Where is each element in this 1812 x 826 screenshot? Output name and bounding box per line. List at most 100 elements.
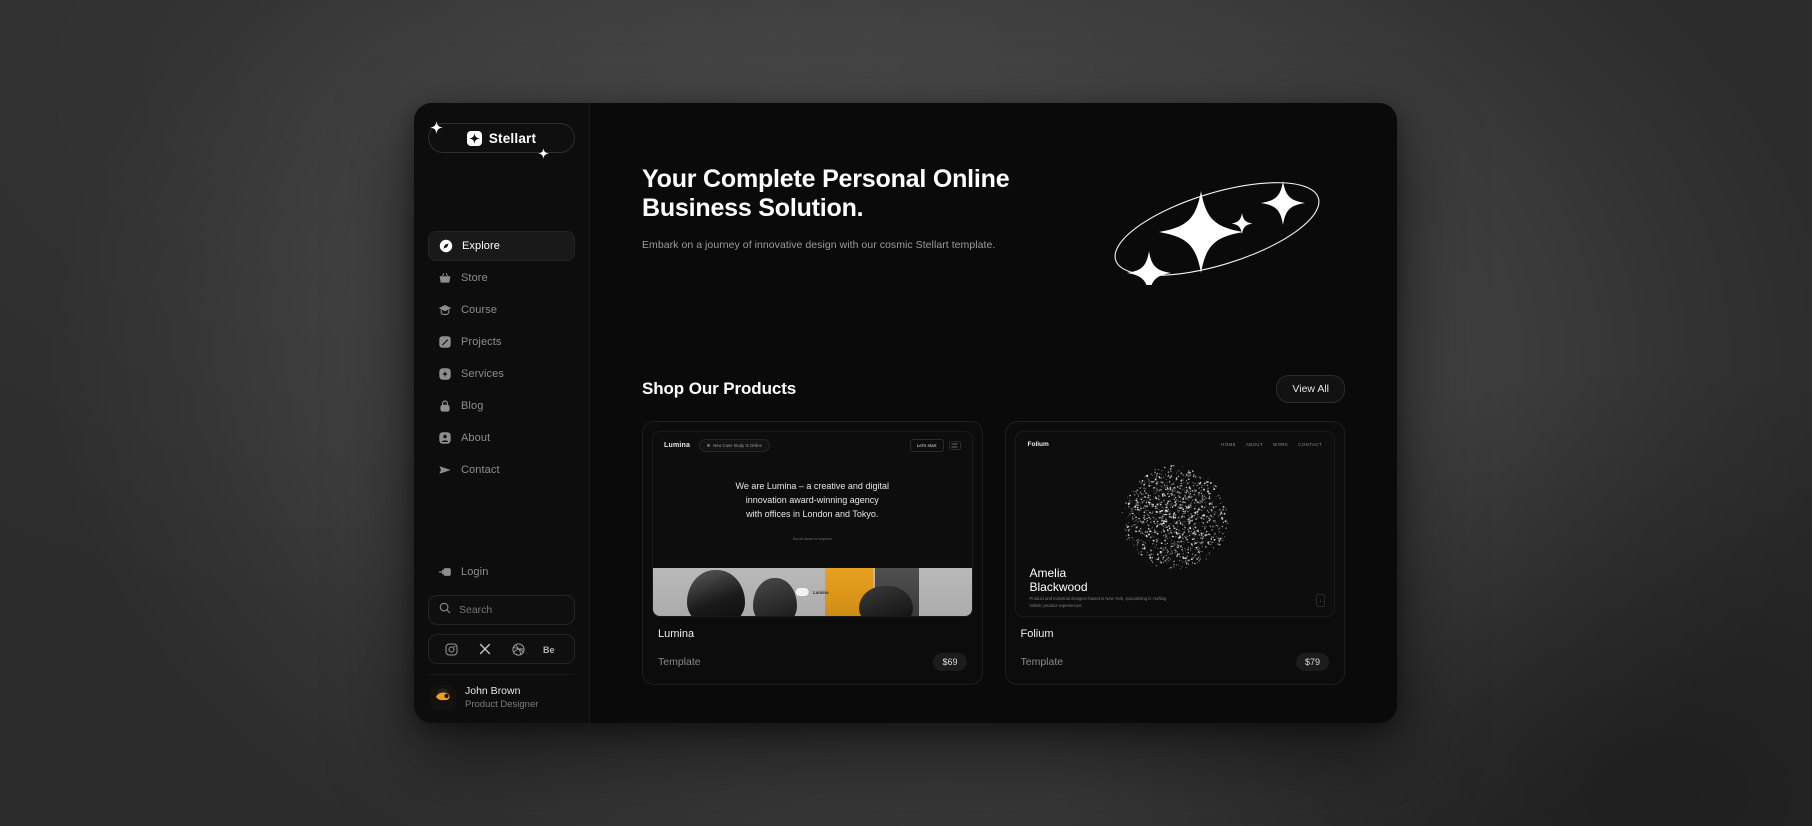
behance-icon[interactable]: Be — [543, 641, 559, 657]
menu-icon — [948, 440, 961, 450]
profile-name: John Brown — [465, 685, 521, 697]
preview-topbar: Lumina New Case Study Is Online Let's st… — [653, 432, 972, 458]
svg-text:Be: Be — [543, 644, 554, 654]
product-preview-lumina: Lumina New Case Study Is Online Let's st… — [652, 431, 973, 617]
product-type: Template — [658, 656, 701, 668]
search-box[interactable] — [428, 595, 575, 625]
logo[interactable]: Stellart — [428, 119, 575, 159]
preview-topbar: Folium HOME ABOUT WORK CONTACT — [1016, 432, 1335, 456]
product-card-lumina[interactable]: Lumina New Case Study Is Online Let's st… — [642, 421, 983, 685]
hero-section: Your Complete Personal Online Business S… — [642, 155, 1345, 285]
preview-pill-label: Lumina — [812, 589, 829, 595]
sidebar-nav: Explore Store Course Projects Services B… — [428, 231, 575, 485]
preview-scroll-hint: Scroll down to explore — [792, 535, 832, 541]
pill-dot-icon — [795, 588, 809, 596]
graduation-cap-icon — [437, 303, 452, 318]
sidebar-item-label: Blog — [461, 400, 484, 412]
preview-title-l1: Amelia — [1029, 565, 1067, 580]
hero-title-line1: Your Complete Personal Online — [642, 165, 1010, 193]
sidebar-item-label: Projects — [461, 336, 502, 348]
basket-icon — [437, 271, 452, 286]
sidebar-item-blog[interactable]: Blog — [428, 391, 575, 421]
product-footer: Lumina Template $69 — [652, 617, 973, 684]
avatar — [430, 685, 456, 711]
preview-headline: We are Lumina – a creative and digital i… — [653, 480, 972, 522]
sidebar-item-label: Contact — [461, 464, 500, 476]
main-content: Your Complete Personal Online Business S… — [590, 103, 1397, 723]
preview-brand: Folium — [1027, 440, 1049, 448]
sidebar-item-label: Store — [461, 272, 488, 284]
product-type: Template — [1020, 656, 1064, 668]
preview-headline-l1: We are Lumina – a creative and digital — [735, 481, 889, 491]
product-name: Folium — [1020, 628, 1054, 640]
view-all-button[interactable]: View All — [1276, 375, 1345, 403]
preview-cta: Let's start — [909, 438, 944, 452]
preview-headline-l2: innovation award-winning agency — [745, 494, 879, 505]
preview-nav-item: ABOUT — [1245, 441, 1264, 447]
search-input[interactable] — [459, 604, 564, 616]
preview-badge-text: New Case Study Is Online — [713, 442, 762, 448]
shop-header: Shop Our Products View All — [642, 375, 1345, 403]
product-price: $69 — [933, 653, 967, 671]
product-name: Lumina — [658, 628, 695, 640]
brand-name: Stellart — [488, 130, 537, 146]
search-icon — [439, 601, 451, 619]
preview-nav-item: HOME — [1221, 441, 1236, 447]
product-preview-folium: Folium HOME ABOUT WORK CONTACT Amelia Bl… — [1014, 431, 1335, 617]
compass-icon — [438, 239, 453, 254]
photo-subject — [753, 578, 797, 616]
plus-badge-icon — [437, 367, 452, 382]
preview-headline-l3: with offices in London and Tokyo. — [746, 508, 879, 519]
preview-brand: Lumina — [664, 441, 691, 449]
particle-sphere-graphic — [1111, 454, 1239, 582]
sidebar-item-about[interactable]: About — [428, 423, 575, 453]
preview-nav-item: WORK — [1273, 441, 1289, 447]
preview-title: Amelia Blackwood — [1030, 566, 1088, 594]
photo-subject — [687, 570, 745, 616]
preview-nav-item: CONTACT — [1298, 441, 1322, 447]
preview-title-l2: Blackwood — [1029, 579, 1088, 594]
hero-text: Your Complete Personal Online Business S… — [642, 155, 1010, 251]
dribbble-icon[interactable] — [510, 641, 526, 657]
preview-pill: Lumina — [795, 588, 829, 596]
sidebar-item-store[interactable]: Store — [428, 263, 575, 293]
page-title: Your Complete Personal Online Business S… — [642, 165, 1010, 223]
login-arrow-icon — [437, 565, 452, 580]
section-title: Shop Our Products — [642, 379, 797, 398]
preview-badge: New Case Study Is Online — [699, 438, 770, 452]
sidebar-item-course[interactable]: Course — [428, 295, 575, 325]
sidebar-item-services[interactable]: Services — [428, 359, 575, 389]
sidebar-item-label: Explore — [462, 240, 500, 252]
hero-subtitle: Embark on a journey of innovative design… — [642, 239, 996, 251]
lock-icon — [437, 399, 452, 414]
sidebar: Stellart Explore Store Course Projects S… — [414, 103, 590, 723]
orbit-sparkles-graphic — [1105, 173, 1329, 285]
scroll-indicator-icon: ↓ — [1316, 594, 1325, 607]
sidebar-bottom: Login Be — [428, 557, 575, 723]
product-price: $79 — [1295, 653, 1329, 671]
edit-square-icon — [437, 335, 452, 350]
x-icon[interactable] — [477, 641, 493, 657]
preview-nav: HOME ABOUT WORK CONTACT — [1221, 442, 1322, 447]
sidebar-item-label: About — [461, 432, 491, 444]
product-card-folium[interactable]: Folium HOME ABOUT WORK CONTACT Amelia Bl… — [1004, 421, 1345, 685]
send-icon — [437, 463, 452, 478]
sidebar-item-contact[interactable]: Contact — [428, 455, 575, 485]
product-cards: Lumina New Case Study Is Online Let's st… — [642, 421, 1345, 685]
profile-role: Product Designer — [465, 698, 539, 710]
instagram-icon[interactable] — [444, 641, 460, 657]
sidebar-item-explore[interactable]: Explore — [428, 231, 575, 261]
app-window: Stellart Explore Store Course Projects S… — [414, 103, 1397, 723]
login-label: Login — [461, 566, 489, 578]
sidebar-item-projects[interactable]: Projects — [428, 327, 575, 357]
user-circle-icon — [437, 431, 452, 446]
sidebar-item-label: Services — [461, 368, 504, 380]
login-button[interactable]: Login — [428, 557, 575, 587]
social-links: Be — [428, 634, 575, 664]
preview-image-strip: Lumina — [653, 568, 972, 616]
preview-description: Product and industrial designer based in… — [1029, 596, 1167, 608]
hero-title-line2: Business Solution. — [642, 194, 864, 222]
product-footer: Folium Template $79 — [1015, 617, 1336, 684]
profile[interactable]: John Brown Product Designer — [428, 674, 575, 723]
dot-icon — [707, 443, 711, 447]
